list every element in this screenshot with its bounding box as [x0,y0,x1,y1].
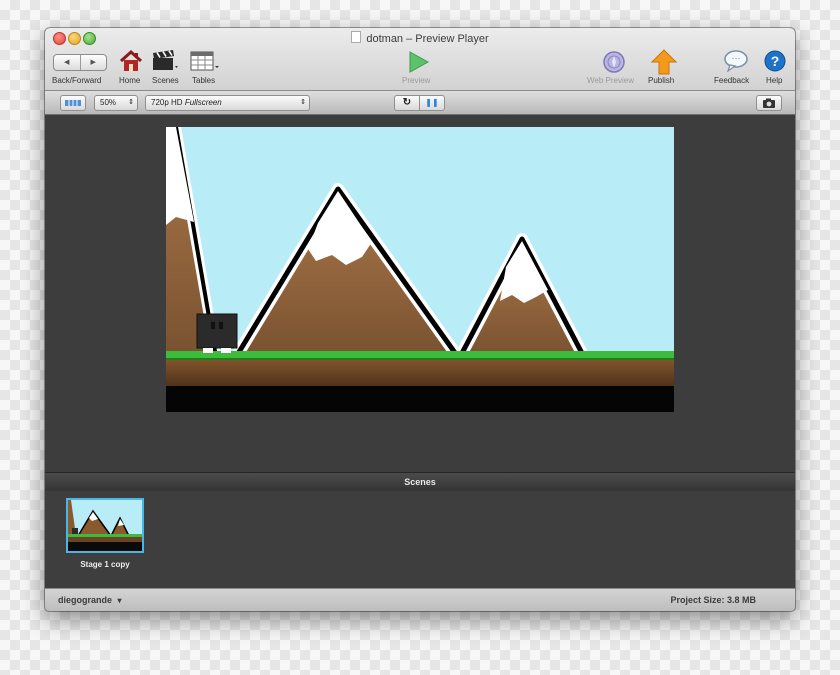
document-icon [351,31,362,43]
toolbar: dotman – Preview Player ◀ ▶ Back/Forward… [45,28,795,91]
home-icon[interactable] [119,50,143,72]
resolution-select[interactable]: 720p HD Fullscreen ⇕ [145,95,310,111]
camera-icon [763,98,775,108]
help-icon-glyph: ? [771,53,780,69]
screenshot-button[interactable] [756,95,782,111]
game-stage-canvas[interactable] [166,127,674,412]
user-menu-arrow: ▾ [117,596,122,605]
zoom-select[interactable]: 50% ⇕ [94,95,138,111]
game-scene-artwork [166,127,674,412]
resolution-value: 720p HD Fullscreen [151,96,222,110]
publish-label[interactable]: Publish [648,76,674,85]
pause-icon: ❚❚ [425,98,439,107]
feedback-label: Feedback [714,76,750,85]
scene-thumbnail-image [68,500,142,551]
scenes-label: Scenes [152,76,179,85]
scenes-panel-header: Scenes [45,472,795,492]
back-forward-label: Back/Forward [52,76,102,85]
back-button[interactable]: ◀ [54,55,81,70]
back-forward-control: ◀ ▶ [53,54,107,71]
scenes-icon[interactable] [151,50,179,72]
user-name: diegogrande [58,595,113,605]
preview-label: Preview [402,76,431,85]
help-icon[interactable]: ? [764,50,786,72]
feedback-icon-dots: ··· [732,53,741,63]
reload-icon: ↻ [402,97,412,108]
resolution-prefix: 720p HD [151,98,183,107]
pause-button[interactable]: ❚❚ [419,95,445,111]
stage-toolbar: 50% ⇕ 720p HD Fullscreen ⇕ ↻ ❚❚ [45,91,795,115]
window-title: dotman – Preview Player [45,31,795,45]
tables-icon[interactable] [190,51,220,71]
feedback-icon[interactable]: ··· [723,50,749,72]
resolution-mode: Fullscreen [184,98,222,107]
stage-area [45,115,795,472]
help-label: Help [766,76,783,85]
publish-icon[interactable] [651,49,677,75]
reload-button[interactable]: ↻ [394,95,420,111]
layout-button[interactable] [60,95,86,111]
zoom-value: 50% [100,98,117,107]
web-preview-label: Web Preview [587,76,634,85]
layout-icon [65,100,81,106]
scene-thumbnail[interactable] [66,498,144,553]
web-preview-icon[interactable] [602,50,626,74]
status-bar: diegogrande ▾ Project Size: 3.8 MB [45,588,795,611]
home-label: Home [119,76,141,85]
forward-button[interactable]: ▶ [81,55,107,70]
preview-play-icon[interactable] [406,50,430,74]
project-size: Project Size: 3.8 MB [670,595,756,605]
scene-thumbnail-label: Stage 1 copy [80,560,130,569]
zoom-select-arrows: ⇕ [128,99,134,106]
tables-label: Tables [192,76,216,85]
preview-player-window: dotman – Preview Player ◀ ▶ Back/Forward… [45,28,795,611]
user-menu[interactable]: diegogrande ▾ [58,595,122,605]
resolution-select-arrows: ⇕ [300,99,306,106]
scenes-panel: Stage 1 copy [45,491,795,588]
